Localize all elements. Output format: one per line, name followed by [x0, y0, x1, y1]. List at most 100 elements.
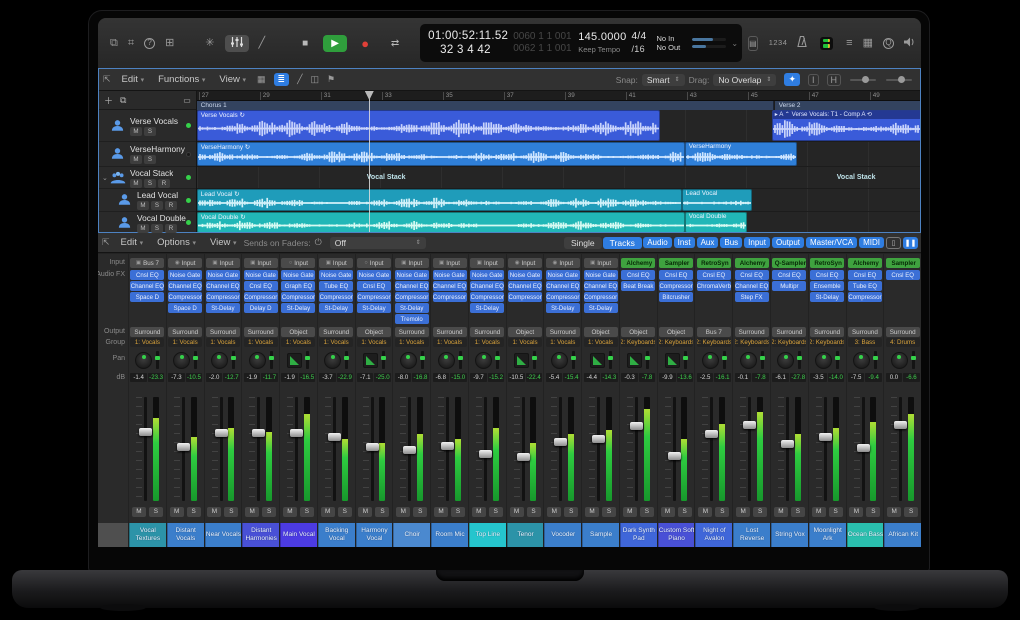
record-button[interactable]: ● — [353, 35, 377, 52]
add-track-button[interactable]: ＋ — [104, 94, 113, 107]
vertical-zoom-slider[interactable] — [850, 79, 876, 81]
drag-dropdown[interactable]: No Overlap⇕ — [713, 74, 776, 86]
fader-cap[interactable] — [819, 433, 832, 441]
fader[interactable] — [695, 393, 732, 505]
channel-strip[interactable]: ▣Bus 7 Cnsl EQChannel EQSpace D Surround… — [128, 254, 166, 547]
fx-slot[interactable]: Channel EQ — [735, 281, 769, 291]
channel-strip[interactable]: Alchemy Cnsl EQBeat Break Object 2: Keyb… — [619, 254, 657, 547]
output-slot[interactable]: Surround — [470, 327, 504, 337]
solo-button[interactable]: S — [338, 507, 352, 517]
solo-button[interactable]: S — [149, 507, 163, 517]
sends-area[interactable] — [130, 383, 164, 393]
volume-db-value[interactable]: -0.3 — [621, 373, 638, 382]
filter-inst[interactable]: Inst — [674, 237, 695, 248]
fx-slot[interactable]: Noise Gate — [357, 270, 391, 280]
output-slot[interactable]: Surround — [433, 327, 467, 337]
volume-db-value[interactable]: -5.4 — [546, 373, 563, 382]
record-enable-dot[interactable] — [186, 198, 191, 203]
volume-db-value[interactable]: -7.3 — [168, 373, 185, 382]
track-name-plate[interactable]: Distant Harmonies — [242, 523, 279, 547]
fader-cap[interactable] — [479, 450, 492, 458]
solo-button[interactable]: S — [753, 507, 767, 517]
pan-control[interactable] — [135, 352, 152, 369]
track-import-icon[interactable]: ⚑ — [327, 74, 335, 85]
pan-mini-slider[interactable] — [496, 351, 499, 369]
horizontal-zoom-slider[interactable] — [886, 79, 912, 81]
solo-button[interactable]: S — [829, 507, 843, 517]
fx-slot[interactable]: Compressor — [546, 292, 580, 302]
mute-button[interactable]: M — [585, 507, 599, 517]
fader[interactable] — [847, 393, 884, 505]
input-slot[interactable]: ▣Input — [584, 258, 618, 268]
track-name-plate[interactable]: Choir — [393, 523, 430, 547]
output-slot[interactable]: Bus 7 — [697, 327, 731, 337]
mute-button[interactable]: M — [245, 507, 259, 517]
record-button[interactable]: R — [165, 201, 177, 210]
channel-strip[interactable]: ▣Input Noise GateCnsl EQCompressorDelay … — [241, 254, 279, 547]
output-slot[interactable]: Surround — [130, 327, 164, 337]
fx-slot[interactable]: Cnsl EQ — [697, 270, 731, 280]
input-slot[interactable]: ◉Input — [546, 258, 580, 268]
mute-button[interactable]: M — [283, 507, 297, 517]
mute-button[interactable]: M — [434, 507, 448, 517]
pan-mini-slider[interactable] — [382, 351, 385, 369]
track-name-plate[interactable]: African Kit — [884, 523, 921, 547]
fader[interactable] — [393, 393, 430, 505]
pan-control[interactable] — [740, 352, 757, 369]
fx-slot[interactable]: Cnsl EQ — [810, 270, 844, 280]
fx-slot[interactable]: Compressor — [206, 292, 240, 302]
pan-mini-slider[interactable] — [798, 351, 801, 369]
fx-slot[interactable]: Cnsl EQ — [244, 281, 278, 291]
scope-single[interactable]: Single — [564, 237, 602, 249]
arrangement-marker[interactable]: Verse 2 — [775, 101, 920, 110]
pan-mini-slider[interactable] — [761, 351, 764, 369]
mute-button[interactable]: M — [137, 224, 149, 233]
fader[interactable] — [771, 393, 808, 505]
channel-strip[interactable]: Sampler Cnsl EQ Surround 4: Drums 0.0 -6… — [883, 254, 921, 547]
pan-control[interactable] — [551, 352, 568, 369]
output-slot[interactable]: Surround — [735, 327, 769, 337]
audio-region[interactable]: Vocal Double — [685, 212, 747, 232]
track-name[interactable]: Vocal Stack — [130, 168, 173, 178]
fx-slot[interactable]: Channel EQ — [470, 281, 504, 291]
volume-db-value[interactable]: -2.0 — [206, 373, 223, 382]
pan-mini-slider[interactable] — [345, 351, 348, 369]
solo-button[interactable]: S — [527, 507, 541, 517]
media-browser-icon[interactable]: ⌗ — [128, 38, 134, 49]
track-header[interactable]: Lead Vocal MSR — [99, 189, 196, 212]
sends-area[interactable] — [357, 383, 391, 393]
wide-view-icon[interactable]: ❚❚ — [903, 237, 918, 249]
audio-region[interactable]: VerseHarmony ↻ — [197, 142, 685, 166]
take-folder-header[interactable]: ▸ A ⌃ Verse Vocals: T1 - Comp A ⟲ — [773, 111, 920, 119]
fx-slot[interactable]: Compressor — [281, 292, 315, 302]
fader[interactable] — [809, 393, 846, 505]
projects-icon[interactable]: ⧉ — [110, 38, 118, 49]
help-icon[interactable]: ? — [144, 37, 155, 49]
pan-control[interactable] — [891, 352, 908, 369]
fader-cap[interactable] — [743, 421, 756, 429]
sends-area[interactable] — [621, 383, 655, 393]
volume-db-value[interactable]: -7.5 — [848, 373, 865, 382]
master-level-meter[interactable] — [820, 37, 833, 50]
fx-slot[interactable]: Compressor — [395, 292, 429, 302]
group-slot[interactable]: 1: Vocals — [433, 338, 467, 347]
track-name-plate[interactable]: Vocoder — [544, 523, 581, 547]
mixer-back-arrow-icon[interactable]: ⇱ — [102, 237, 110, 248]
pan-mini-slider[interactable] — [723, 351, 726, 369]
fx-slot[interactable]: St-Delay — [281, 303, 315, 313]
channel-strip[interactable]: ◉Input Noise GateChannel EQCompressor Ob… — [506, 254, 544, 547]
track-header-options-icon[interactable]: ▭ — [183, 96, 191, 105]
mixer-menu-options[interactable]: Options ▾ — [157, 237, 196, 248]
fader-cap[interactable] — [894, 421, 907, 429]
fader[interactable] — [205, 393, 242, 505]
mute-button[interactable]: M — [130, 155, 142, 164]
input-slot[interactable]: Sampler — [886, 258, 920, 268]
solo-button[interactable]: S — [151, 224, 163, 233]
track-name-plate[interactable]: Moonlight Ark — [809, 523, 846, 547]
track-name[interactable]: VerseHarmony — [130, 144, 185, 154]
group-slot[interactable]: 1: Vocals — [357, 338, 391, 347]
mixer-icon[interactable] — [225, 35, 249, 52]
fx-slot[interactable]: St-Delay — [395, 303, 429, 313]
group-slot[interactable]: 2: Keyboards — [659, 338, 693, 347]
input-slot[interactable]: ○Input — [281, 258, 315, 268]
